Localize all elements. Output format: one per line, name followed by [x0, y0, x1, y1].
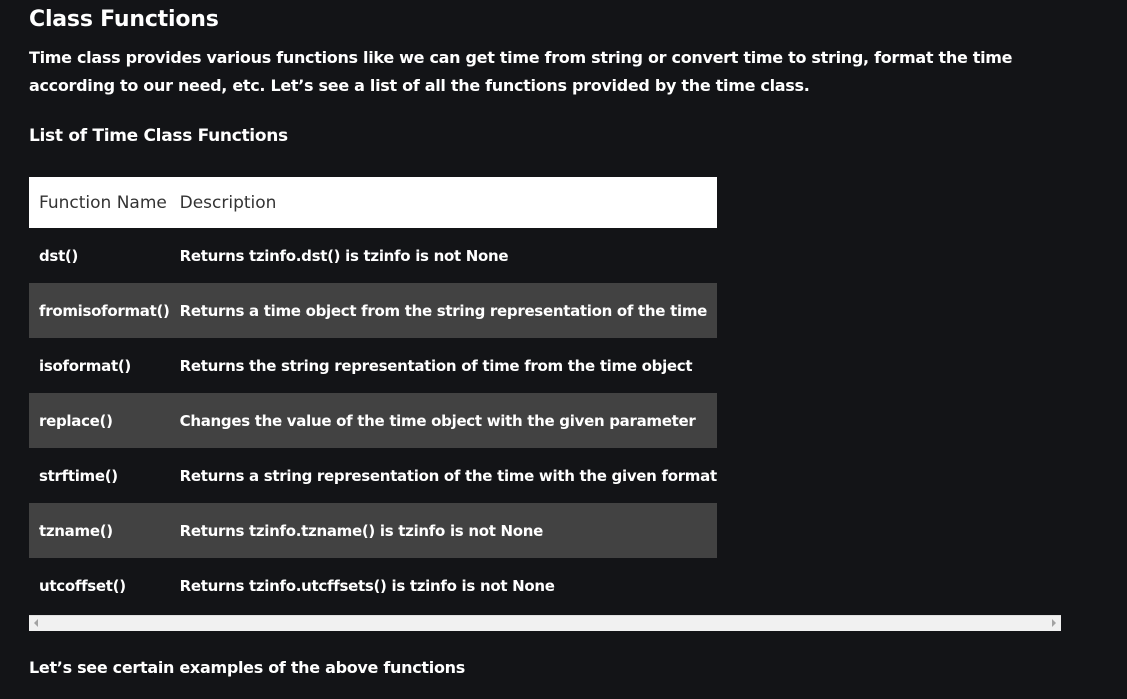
description-cell: Returns tzinfo.dst() is tzinfo is not No…: [179, 246, 509, 265]
table-row: dst() Returns tzinfo.dst() is tzinfo is …: [29, 228, 717, 283]
description-cell: Returns tzinfo.tzname() is tzinfo is not…: [179, 521, 544, 540]
table-row: isoformat() Returns the string represent…: [29, 338, 717, 393]
column-header-description: Description: [179, 192, 277, 213]
function-name-cell: fromisoformat(): [39, 301, 170, 320]
function-name-cell: replace(): [39, 411, 113, 430]
table-row: tzname() Returns tzinfo.tzname() is tzin…: [29, 503, 717, 558]
table-heading: List of Time Class Functions: [29, 126, 288, 146]
description-cell: Returns a time object from the string re…: [179, 301, 708, 320]
examples-intro-paragraph: Let’s see certain examples of the above …: [29, 658, 465, 677]
description-cell: Changes the value of the time object wit…: [179, 411, 696, 430]
intro-paragraph: Time class provides various functions li…: [29, 48, 1013, 95]
section-title: Class Functions: [29, 7, 219, 32]
table-header-row: Function Name Description: [29, 177, 717, 228]
chevron-right-icon[interactable]: [1052, 619, 1056, 627]
table-row: strftime() Returns a string representati…: [29, 448, 717, 503]
functions-table: Function Name Description dst() Returns …: [29, 177, 717, 613]
table-scroll-container: Function Name Description dst() Returns …: [29, 177, 1061, 631]
function-name-cell: dst(): [39, 246, 79, 265]
table-row: replace() Changes the value of the time …: [29, 393, 717, 448]
table-row: fromisoformat() Returns a time object fr…: [29, 283, 717, 338]
function-name-cell: isoformat(): [39, 356, 131, 375]
column-header-function-name: Function Name: [39, 192, 167, 213]
description-cell: Returns the string representation of tim…: [179, 356, 693, 375]
function-name-cell: utcoffset(): [39, 576, 126, 595]
description-cell: Returns a string representation of the t…: [179, 466, 718, 485]
horizontal-scrollbar[interactable]: [29, 615, 1061, 631]
function-name-cell: strftime(): [39, 466, 118, 485]
table-row: utcoffset() Returns tzinfo.utcffsets() i…: [29, 558, 717, 613]
function-name-cell: tzname(): [39, 521, 113, 540]
chevron-left-icon[interactable]: [34, 619, 38, 627]
description-cell: Returns tzinfo.utcffsets() is tzinfo is …: [179, 576, 555, 595]
